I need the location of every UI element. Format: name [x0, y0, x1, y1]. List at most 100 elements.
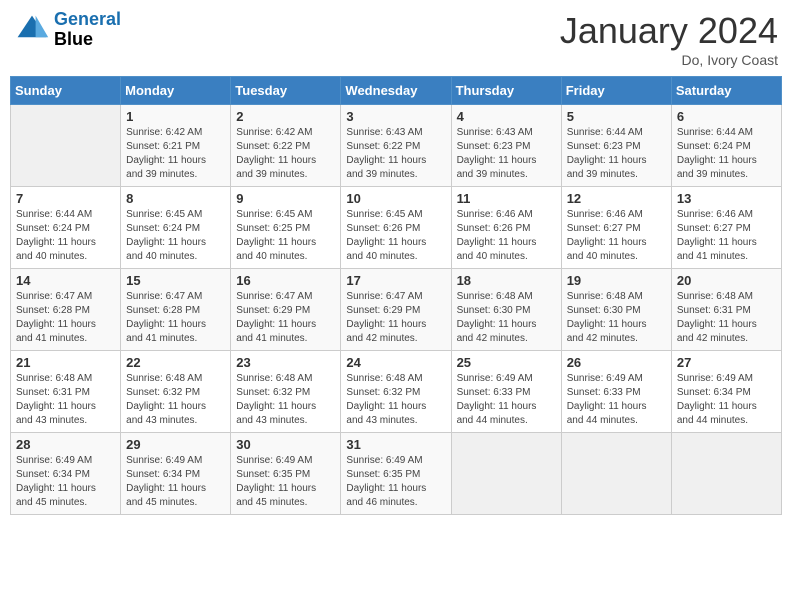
day-header-saturday: Saturday	[671, 77, 781, 105]
day-info: Sunrise: 6:48 AM Sunset: 6:30 PM Dayligh…	[567, 290, 666, 346]
calendar-cell: 21 Sunrise: 6:48 AM Sunset: 6:31 PM Dayli…	[11, 351, 121, 433]
day-number: 2	[236, 109, 335, 124]
day-number: 29	[126, 437, 225, 452]
day-header-monday: Monday	[121, 77, 231, 105]
calendar-cell: 15 Sunrise: 6:47 AM Sunset: 6:28 PM Dayli…	[121, 269, 231, 351]
week-row-5: 28 Sunrise: 6:49 AM Sunset: 6:34 PM Dayli…	[11, 433, 782, 515]
calendar-cell: 19Sunrise: 6:48 AM Sunset: 6:30 PM Dayli…	[561, 269, 671, 351]
calendar-cell: 5 Sunrise: 6:44 AM Sunset: 6:23 PM Daylig…	[561, 105, 671, 187]
calendar-cell: 22 Sunrise: 6:48 AM Sunset: 6:32 PM Dayli…	[121, 351, 231, 433]
day-info: Sunrise: 6:49 AM Sunset: 6:34 PM Dayligh…	[677, 372, 776, 428]
day-info: Sunrise: 6:47 AM Sunset: 6:28 PM Dayligh…	[16, 290, 115, 346]
day-number: 10	[346, 191, 445, 206]
day-number: 30	[236, 437, 335, 452]
calendar-cell: 20 Sunrise: 6:48 AM Sunset: 6:31 PM Dayli…	[671, 269, 781, 351]
day-number: 17	[346, 273, 445, 288]
day-number: 24	[346, 355, 445, 370]
day-info: Sunrise: 6:46 AM Sunset: 6:26 PM Dayligh…	[457, 208, 556, 264]
day-number: 22	[126, 355, 225, 370]
calendar-cell	[11, 105, 121, 187]
day-info: Sunrise: 6:43 AM Sunset: 6:23 PM Dayligh…	[457, 126, 556, 182]
calendar-cell: 31 Sunrise: 6:49 AM Sunset: 6:35 PM Dayli…	[341, 433, 451, 515]
week-row-3: 14 Sunrise: 6:47 AM Sunset: 6:28 PM Dayli…	[11, 269, 782, 351]
day-info: Sunrise: 6:48 AM Sunset: 6:31 PM Dayligh…	[677, 290, 776, 346]
day-number: 28	[16, 437, 115, 452]
calendar-cell: 23Sunrise: 6:48 AM Sunset: 6:32 PM Dayli…	[231, 351, 341, 433]
week-row-2: 7 Sunrise: 6:44 AM Sunset: 6:24 PM Daylig…	[11, 187, 782, 269]
calendar-cell: 25 Sunrise: 6:49 AM Sunset: 6:33 PM Dayli…	[451, 351, 561, 433]
day-number: 25	[457, 355, 556, 370]
day-number: 4	[457, 109, 556, 124]
day-info: Sunrise: 6:42 AM Sunset: 6:21 PM Dayligh…	[126, 126, 225, 182]
calendar-cell: 4 Sunrise: 6:43 AM Sunset: 6:23 PM Daylig…	[451, 105, 561, 187]
day-number: 5	[567, 109, 666, 124]
day-header-wednesday: Wednesday	[341, 77, 451, 105]
day-number: 18	[457, 273, 556, 288]
day-info: Sunrise: 6:49 AM Sunset: 6:34 PM Dayligh…	[16, 454, 115, 510]
day-header-thursday: Thursday	[451, 77, 561, 105]
day-info: Sunrise: 6:49 AM Sunset: 6:35 PM Dayligh…	[346, 454, 445, 510]
calendar-cell: 27 Sunrise: 6:49 AM Sunset: 6:34 PM Dayli…	[671, 351, 781, 433]
logo: General Blue	[14, 10, 121, 50]
calendar-cell: 30 Sunrise: 6:49 AM Sunset: 6:35 PM Dayli…	[231, 433, 341, 515]
calendar-cell	[671, 433, 781, 515]
calendar-cell: 11 Sunrise: 6:46 AM Sunset: 6:26 PM Dayli…	[451, 187, 561, 269]
day-number: 31	[346, 437, 445, 452]
day-info: Sunrise: 6:44 AM Sunset: 6:24 PM Dayligh…	[677, 126, 776, 182]
logo-icon	[14, 12, 50, 48]
month-title: January 2024	[560, 10, 778, 52]
day-number: 15	[126, 273, 225, 288]
day-number: 21	[16, 355, 115, 370]
day-number: 7	[16, 191, 115, 206]
day-header-friday: Friday	[561, 77, 671, 105]
calendar-cell: 6 Sunrise: 6:44 AM Sunset: 6:24 PM Daylig…	[671, 105, 781, 187]
day-number: 20	[677, 273, 776, 288]
day-info: Sunrise: 6:48 AM Sunset: 6:31 PM Dayligh…	[16, 372, 115, 428]
day-info: Sunrise: 6:48 AM Sunset: 6:32 PM Dayligh…	[346, 372, 445, 428]
day-number: 9	[236, 191, 335, 206]
day-info: Sunrise: 6:44 AM Sunset: 6:24 PM Dayligh…	[16, 208, 115, 264]
week-row-1: 1 Sunrise: 6:42 AM Sunset: 6:21 PM Daylig…	[11, 105, 782, 187]
day-number: 12	[567, 191, 666, 206]
page-header: General Blue January 2024 Do, Ivory Coas…	[10, 10, 782, 68]
calendar-body: 1 Sunrise: 6:42 AM Sunset: 6:21 PM Daylig…	[11, 105, 782, 515]
title-block: January 2024 Do, Ivory Coast	[560, 10, 778, 68]
calendar-table: SundayMondayTuesdayWednesdayThursdayFrid…	[10, 76, 782, 515]
day-info: Sunrise: 6:47 AM Sunset: 6:28 PM Dayligh…	[126, 290, 225, 346]
calendar-cell: 17 Sunrise: 6:47 AM Sunset: 6:29 PM Dayli…	[341, 269, 451, 351]
day-info: Sunrise: 6:49 AM Sunset: 6:33 PM Dayligh…	[567, 372, 666, 428]
day-info: Sunrise: 6:48 AM Sunset: 6:30 PM Dayligh…	[457, 290, 556, 346]
day-info: Sunrise: 6:49 AM Sunset: 6:35 PM Dayligh…	[236, 454, 335, 510]
day-info: Sunrise: 6:44 AM Sunset: 6:23 PM Dayligh…	[567, 126, 666, 182]
calendar-cell: 1 Sunrise: 6:42 AM Sunset: 6:21 PM Daylig…	[121, 105, 231, 187]
calendar-cell: 29Sunrise: 6:49 AM Sunset: 6:34 PM Dayli…	[121, 433, 231, 515]
day-number: 3	[346, 109, 445, 124]
day-info: Sunrise: 6:47 AM Sunset: 6:29 PM Dayligh…	[346, 290, 445, 346]
calendar-cell: 16 Sunrise: 6:47 AM Sunset: 6:29 PM Dayli…	[231, 269, 341, 351]
day-header-sunday: Sunday	[11, 77, 121, 105]
calendar-cell: 24 Sunrise: 6:48 AM Sunset: 6:32 PM Dayli…	[341, 351, 451, 433]
day-number: 6	[677, 109, 776, 124]
calendar-header: SundayMondayTuesdayWednesdayThursdayFrid…	[11, 77, 782, 105]
calendar-cell: 3Sunrise: 6:43 AM Sunset: 6:22 PM Daylig…	[341, 105, 451, 187]
day-info: Sunrise: 6:42 AM Sunset: 6:22 PM Dayligh…	[236, 126, 335, 182]
calendar-cell	[561, 433, 671, 515]
day-info: Sunrise: 6:48 AM Sunset: 6:32 PM Dayligh…	[236, 372, 335, 428]
day-number: 27	[677, 355, 776, 370]
calendar-cell: 2 Sunrise: 6:42 AM Sunset: 6:22 PM Daylig…	[231, 105, 341, 187]
day-info: Sunrise: 6:49 AM Sunset: 6:33 PM Dayligh…	[457, 372, 556, 428]
calendar-cell: 9 Sunrise: 6:45 AM Sunset: 6:25 PM Daylig…	[231, 187, 341, 269]
day-number: 16	[236, 273, 335, 288]
calendar-cell: 18 Sunrise: 6:48 AM Sunset: 6:30 PM Dayli…	[451, 269, 561, 351]
calendar-cell: 13Sunrise: 6:46 AM Sunset: 6:27 PM Dayli…	[671, 187, 781, 269]
day-number: 14	[16, 273, 115, 288]
day-info: Sunrise: 6:45 AM Sunset: 6:25 PM Dayligh…	[236, 208, 335, 264]
day-number: 1	[126, 109, 225, 124]
calendar-cell: 12Sunrise: 6:46 AM Sunset: 6:27 PM Dayli…	[561, 187, 671, 269]
day-header-tuesday: Tuesday	[231, 77, 341, 105]
day-info: Sunrise: 6:47 AM Sunset: 6:29 PM Dayligh…	[236, 290, 335, 346]
day-info: Sunrise: 6:48 AM Sunset: 6:32 PM Dayligh…	[126, 372, 225, 428]
day-number: 11	[457, 191, 556, 206]
day-info: Sunrise: 6:46 AM Sunset: 6:27 PM Dayligh…	[677, 208, 776, 264]
calendar-cell: 8Sunrise: 6:45 AM Sunset: 6:24 PM Daylig…	[121, 187, 231, 269]
